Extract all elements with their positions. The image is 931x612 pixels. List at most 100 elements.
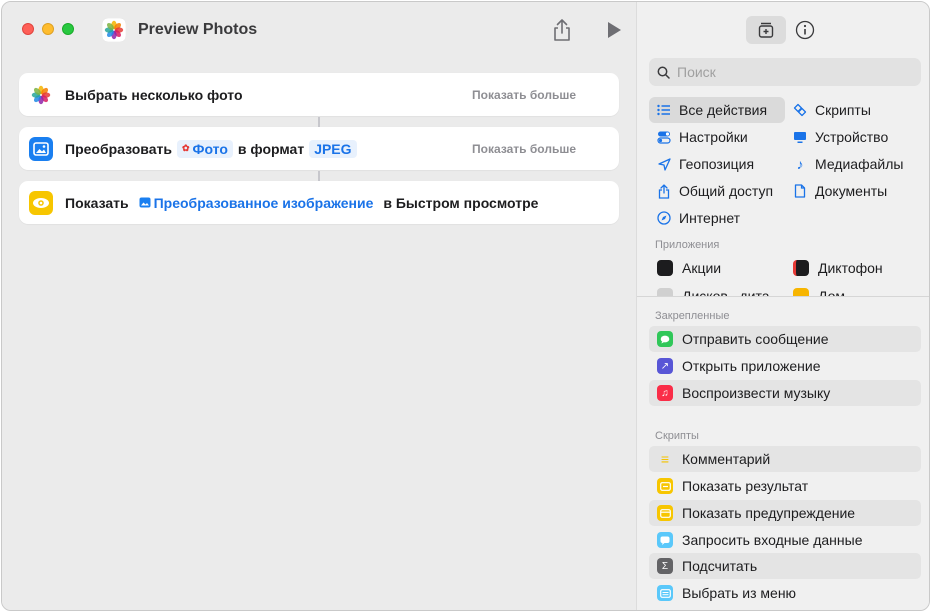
script-show-alert[interactable]: Показать предупреждение	[649, 500, 921, 526]
item-label: Выбрать из меню	[682, 585, 797, 601]
eye-icon	[29, 190, 53, 215]
location-arrow-icon	[656, 156, 672, 172]
stocks-icon	[657, 260, 673, 276]
photo-variable-token[interactable]: ✿ Фото	[176, 139, 233, 158]
section-divider	[637, 296, 929, 297]
photos-icon	[29, 83, 53, 107]
token-label: Преобразованное изображение	[153, 194, 374, 211]
scripting-icon	[792, 102, 808, 118]
action-suffix: в Быстром просмотре	[383, 194, 539, 211]
action-convert-image[interactable]: Преобразовать ✿ Фото в формат JPEG Показ…	[19, 127, 619, 170]
action-label: Выбрать несколько фото	[65, 86, 243, 103]
app-label: Акции	[682, 260, 722, 276]
category-label: Скрипты	[815, 102, 871, 118]
item-label: Показать результат	[682, 478, 809, 494]
home-icon	[793, 288, 809, 296]
category-location[interactable]: Геопозиция	[649, 151, 754, 177]
script-comment[interactable]: ≡ Комментарий	[649, 446, 921, 472]
monitor-icon	[792, 129, 808, 145]
share-icon	[656, 183, 672, 199]
pinned-open-app[interactable]: ↗ Открыть приложение	[649, 353, 921, 379]
action-library-sidebar: Поиск Все действия Настройки Геопозиция	[636, 2, 929, 610]
run-play-icon[interactable]	[605, 20, 623, 40]
item-label: Показать предупреждение	[682, 505, 856, 521]
action-mid: в формат	[237, 140, 305, 157]
action-quick-look[interactable]: Показать Преобразованное изображение в Б…	[19, 181, 619, 224]
script-ask-input[interactable]: Запросить входные данные	[649, 527, 921, 553]
action-label: Показать Преобразованное изображение в Б…	[65, 193, 539, 212]
search-icon	[657, 66, 670, 79]
pinned-play-music[interactable]: ♫ Воспроизвести музыку	[649, 380, 921, 406]
pinned-send-message[interactable]: Отправить сообщение	[649, 326, 921, 352]
library-add-icon	[758, 22, 774, 38]
minimize-window-button[interactable]	[42, 23, 54, 35]
category-all-actions[interactable]: Все действия	[649, 97, 785, 123]
app-home[interactable]: Дом	[793, 288, 845, 296]
action-prefix: Показать	[65, 194, 129, 211]
category-scripts[interactable]: Скрипты	[785, 97, 871, 123]
compass-icon	[656, 210, 672, 226]
app-label: Дисков...дита	[682, 288, 770, 296]
photos-app-icon	[102, 18, 126, 42]
editor-pane: Preview Photos Выбрать несколько фото По…	[2, 2, 636, 610]
category-label: Геопозиция	[679, 156, 755, 172]
message-bubble-icon	[657, 331, 673, 347]
script-show-result[interactable]: Показать результат	[649, 473, 921, 499]
format-token[interactable]: JPEG	[309, 139, 357, 158]
category-device[interactable]: Устройство	[785, 124, 888, 150]
window-controls	[22, 23, 74, 35]
search-field[interactable]: Поиск	[649, 58, 921, 86]
app-window: Preview Photos Выбрать несколько фото По…	[1, 1, 930, 611]
action-select-photos[interactable]: Выбрать несколько фото Показать больше	[19, 73, 619, 116]
input-bubble-icon	[657, 532, 673, 548]
item-label: Открыть приложение	[682, 358, 821, 374]
show-more-link[interactable]: Показать больше	[472, 88, 576, 102]
info-icon[interactable]	[795, 20, 815, 40]
category-label: Общий доступ	[679, 183, 774, 199]
script-calculate[interactable]: Σ Подсчитать	[649, 553, 921, 579]
item-label: Запросить входные данные	[682, 532, 863, 548]
library-toggle-button[interactable]	[746, 16, 786, 44]
category-web[interactable]: Интернет	[649, 205, 740, 231]
category-settings[interactable]: Настройки	[649, 124, 748, 150]
app-stocks[interactable]: Акции	[657, 260, 721, 276]
zoom-window-button[interactable]	[62, 23, 74, 35]
comment-lines-icon: ≡	[660, 451, 670, 467]
action-connector	[318, 171, 320, 181]
document-icon	[792, 183, 808, 199]
disk-utility-icon	[657, 288, 673, 296]
close-window-button[interactable]	[22, 23, 34, 35]
app-voice-memos[interactable]: Диктофон	[793, 260, 883, 276]
window-title: Preview Photos	[138, 21, 258, 38]
converted-image-token[interactable]: Преобразованное изображение	[133, 193, 379, 212]
scripts-section-label: Скрипты	[655, 430, 699, 442]
share-icon[interactable]	[551, 18, 573, 42]
app-label: Диктофон	[818, 260, 883, 276]
action-connector	[318, 117, 320, 127]
category-label: Медиафайлы	[815, 156, 904, 172]
search-placeholder: Поиск	[677, 64, 716, 80]
category-documents[interactable]: Документы	[785, 178, 887, 204]
category-label: Все действия	[679, 102, 768, 118]
category-label: Устройство	[815, 129, 889, 145]
music-note-icon: ♫	[657, 385, 673, 401]
music-note-icon: ♪	[796, 156, 804, 172]
item-label: Воспроизвести музыку	[682, 385, 831, 401]
token-label: Фото	[192, 140, 228, 157]
action-prefix: Преобразовать	[65, 140, 172, 157]
category-label: Настройки	[679, 129, 748, 145]
show-more-link[interactable]: Показать больше	[472, 142, 576, 156]
voice-memos-icon	[793, 260, 809, 276]
menu-list-icon	[657, 585, 673, 601]
result-icon	[657, 478, 673, 494]
category-sharing[interactable]: Общий доступ	[649, 178, 773, 204]
photos-icon: ✿	[181, 143, 190, 153]
category-media[interactable]: ♪ Медиафайлы	[785, 151, 904, 177]
app-disk-utility[interactable]: Дисков...дита	[657, 288, 770, 296]
script-choose-menu[interactable]: Выбрать из меню	[649, 580, 921, 606]
item-label: Подсчитать	[682, 558, 758, 574]
arrow-up-right-icon: ↗	[657, 358, 673, 374]
toggles-icon	[656, 129, 672, 145]
category-label: Документы	[815, 183, 888, 199]
item-label: Комментарий	[682, 451, 771, 467]
